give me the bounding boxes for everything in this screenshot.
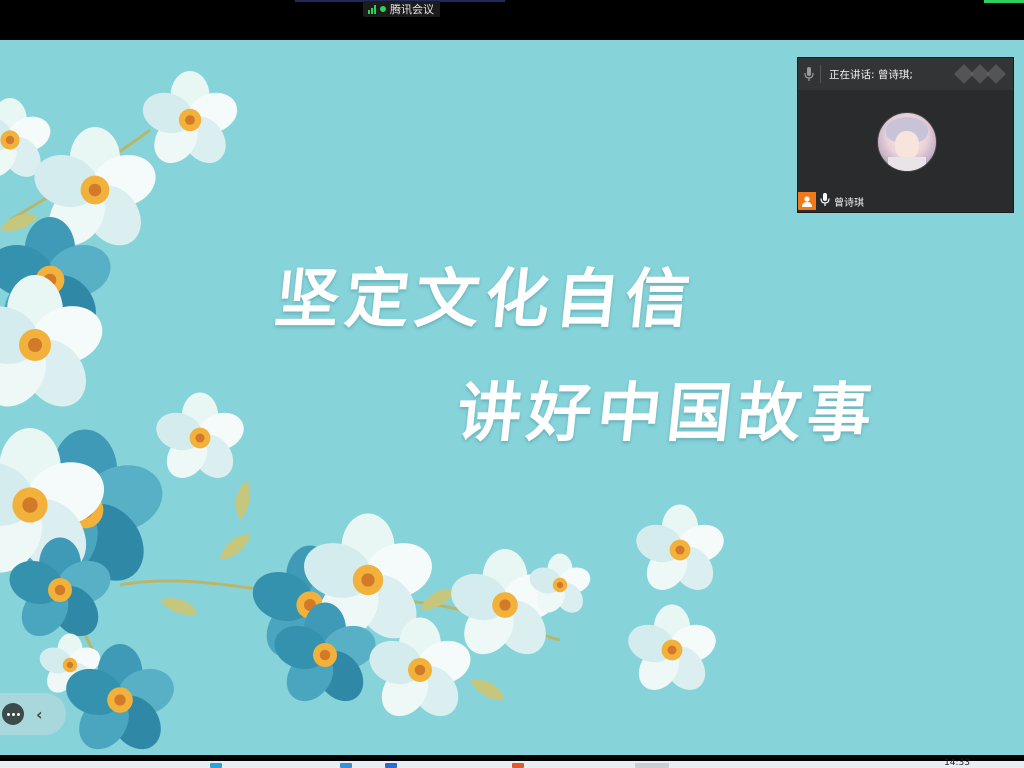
meeting-info-chip[interactable]: 腾讯会议 <box>363 1 440 17</box>
video-area: 曾诗琪 <box>798 90 1013 211</box>
collapse-toolbar-button[interactable]: ‹ <box>36 705 43 724</box>
system-taskbar <box>0 761 1024 768</box>
mic-on-icon <box>820 193 830 209</box>
drag-grip-icon[interactable] <box>954 64 1006 84</box>
signal-strength-icon <box>368 4 376 14</box>
taskbar-clock: 14:33 <box>944 758 970 768</box>
participant-name: 曾诗琪 <box>834 197 864 209</box>
taskbar-app-icon[interactable] <box>512 763 524 768</box>
taskbar-app-icon[interactable] <box>385 763 397 768</box>
mic-icon <box>798 67 820 81</box>
participant-footer: 曾诗琪 <box>798 191 864 211</box>
meeting-top-bar: 腾讯会议 <box>0 0 1024 40</box>
meeting-app-name: 腾讯会议 <box>390 3 434 16</box>
taskbar-app-icon[interactable] <box>635 763 669 768</box>
more-icon[interactable] <box>2 703 24 725</box>
speaker-video-panel[interactable]: 正在讲话: 曾诗琪; 曾诗琪 <box>797 57 1014 213</box>
header-divider <box>820 65 821 83</box>
user-badge-icon <box>798 192 816 210</box>
speaking-indicator-label: 正在讲话: 曾诗琪; <box>829 68 913 81</box>
avatar <box>877 112 937 172</box>
taskbar-app-icon[interactable] <box>340 763 352 768</box>
taskbar-app-icon[interactable] <box>210 763 222 768</box>
slide-title-line-1: 坚定文化自信 <box>271 262 700 337</box>
slide-title-line-2: 讲好中国故事 <box>453 376 882 451</box>
corner-accent <box>984 0 1024 3</box>
floating-toolbar: ‹ <box>0 693 66 735</box>
video-panel-header[interactable]: 正在讲话: 曾诗琪; <box>798 58 1013 90</box>
status-dot-icon <box>380 6 386 12</box>
